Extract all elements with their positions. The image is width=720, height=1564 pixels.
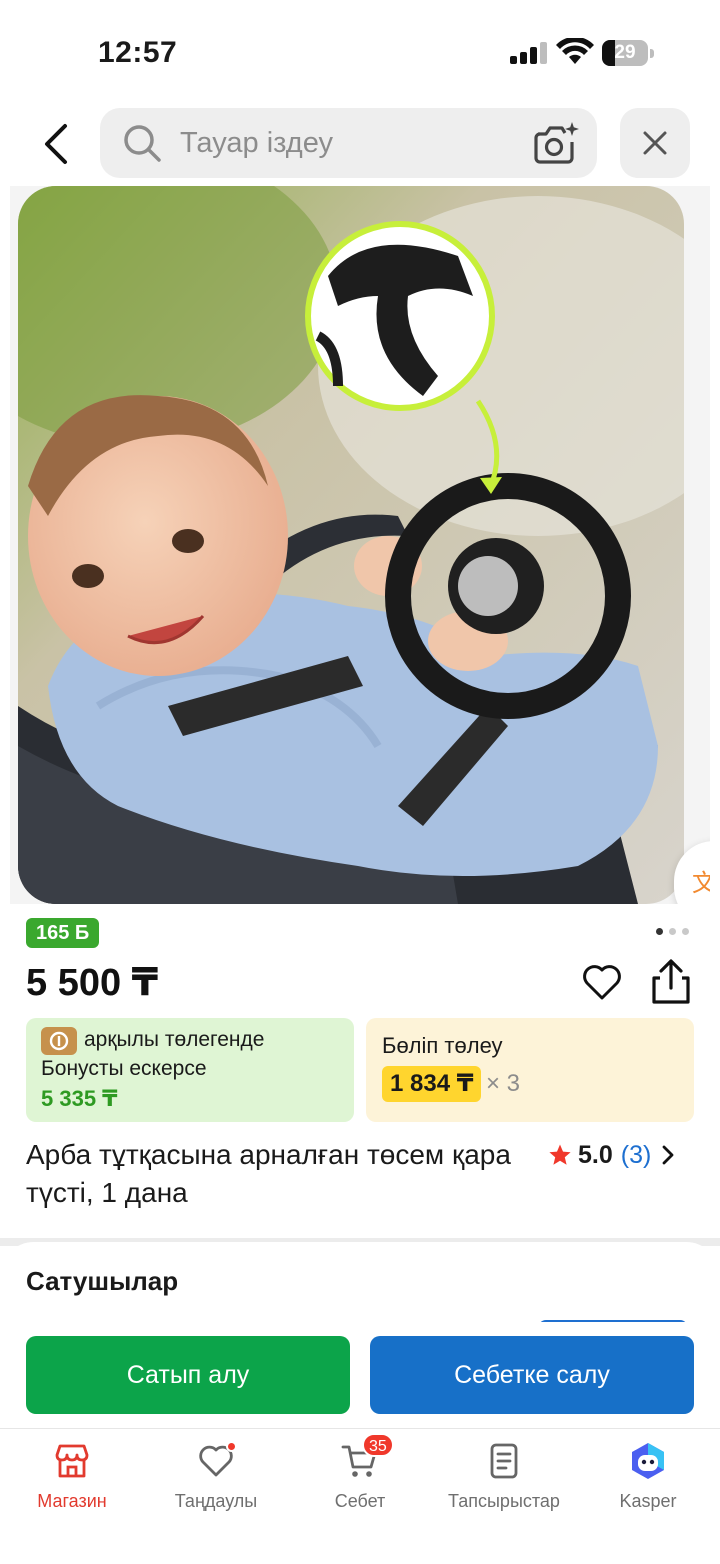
installment-card[interactable]: Бөліп төлеу 1 834 ₸ × 3	[366, 1018, 694, 1122]
status-bar: 12:57 29	[0, 0, 720, 100]
close-button[interactable]	[620, 108, 690, 178]
action-bar: Сатып алу Себетке салу	[0, 1322, 720, 1428]
bonus-card-line1: арқылы төлегенде	[84, 1028, 265, 1051]
bottom-navigation: Магазин Таңдаулы 35 Себет Тапсырыстар Ka…	[0, 1428, 720, 1564]
nav-label: Kasper	[619, 1491, 677, 1511]
share-icon[interactable]	[648, 958, 694, 1006]
kasper-icon	[632, 1443, 664, 1479]
translate-icon: 文	[692, 869, 710, 897]
signal-icon	[510, 42, 548, 64]
gallery-dot	[669, 928, 676, 935]
product-title: Арба тұтқасына арналған төсем қара түсті…	[26, 1139, 511, 1208]
gallery-dot	[682, 928, 689, 935]
favorite-heart-icon[interactable]	[580, 960, 624, 1004]
bonus-card-line2: Бонусты ескерсе	[41, 1057, 207, 1080]
orders-icon	[490, 1443, 518, 1479]
svg-text:文: 文	[692, 869, 710, 897]
shop-icon	[55, 1444, 89, 1478]
nav-item-cart[interactable]: 35 Себет	[288, 1429, 432, 1529]
bonus-card-amount: 5 335 ₸	[41, 1086, 118, 1111]
product-gallery[interactable]: 文	[10, 186, 710, 904]
battery-icon: 29	[602, 40, 654, 66]
nav-label: Магазин	[37, 1491, 107, 1511]
product-price: 5 500 ₸	[26, 962, 159, 1004]
installment-title: Бөліп төлеу	[382, 1033, 503, 1058]
product-image[interactable]	[18, 186, 684, 904]
rating-count[interactable]: (3)	[621, 1141, 652, 1170]
status-time: 12:57	[98, 36, 178, 69]
wifi-icon	[556, 38, 594, 64]
installment-amount: 1 834 ₸	[382, 1066, 482, 1102]
battery-level: 29	[614, 42, 636, 63]
star-icon	[549, 1144, 571, 1165]
bonus-payment-card[interactable]: арқылы төлегенде Бонусты ескерсе 5 335 ₸	[26, 1018, 354, 1122]
nav-item-favorites[interactable]: Таңдаулы	[144, 1429, 288, 1529]
chevron-right-icon	[662, 1145, 674, 1165]
cart-icon: 35	[340, 1433, 394, 1481]
sellers-section: Сатушылар	[0, 1242, 720, 1332]
installment-times: × 3	[486, 1070, 521, 1097]
nav-item-orders[interactable]: Тапсырыстар	[432, 1429, 576, 1529]
nav-label: Тапсырыстар	[448, 1491, 560, 1511]
search-box[interactable]	[100, 108, 597, 178]
product-rating[interactable]: 5.0 (3)	[548, 1140, 675, 1170]
heart-icon	[196, 1441, 237, 1481]
bonus-badge: 165 Б	[26, 918, 100, 948]
sellers-title: Сатушылар	[26, 1266, 179, 1296]
notification-dot	[226, 1441, 237, 1452]
gallery-dot	[656, 928, 663, 935]
camera-search-icon[interactable]	[532, 120, 580, 166]
bank-logo-icon	[41, 1027, 77, 1055]
cart-count-badge: 35	[362, 1433, 394, 1457]
buy-button[interactable]: Сатып алу	[26, 1336, 350, 1414]
search-header	[0, 100, 720, 188]
gallery-dots	[656, 928, 689, 935]
nav-label: Себет	[334, 1491, 386, 1511]
nav-item-shop[interactable]: Магазин	[0, 1429, 144, 1529]
rating-value: 5.0	[578, 1140, 613, 1169]
nav-item-kasper[interactable]: Kasper	[576, 1429, 720, 1529]
product-info: 165 Б 5 500 ₸ арқылы төлегенде Бонусты е…	[0, 904, 720, 1238]
search-input[interactable]	[180, 108, 520, 178]
nav-label: Таңдаулы	[174, 1491, 258, 1511]
search-icon	[124, 125, 161, 162]
add-to-cart-button[interactable]: Себетке салу	[370, 1336, 694, 1414]
close-icon	[643, 131, 667, 155]
back-button[interactable]	[30, 114, 80, 174]
back-arrow-icon	[45, 124, 67, 164]
